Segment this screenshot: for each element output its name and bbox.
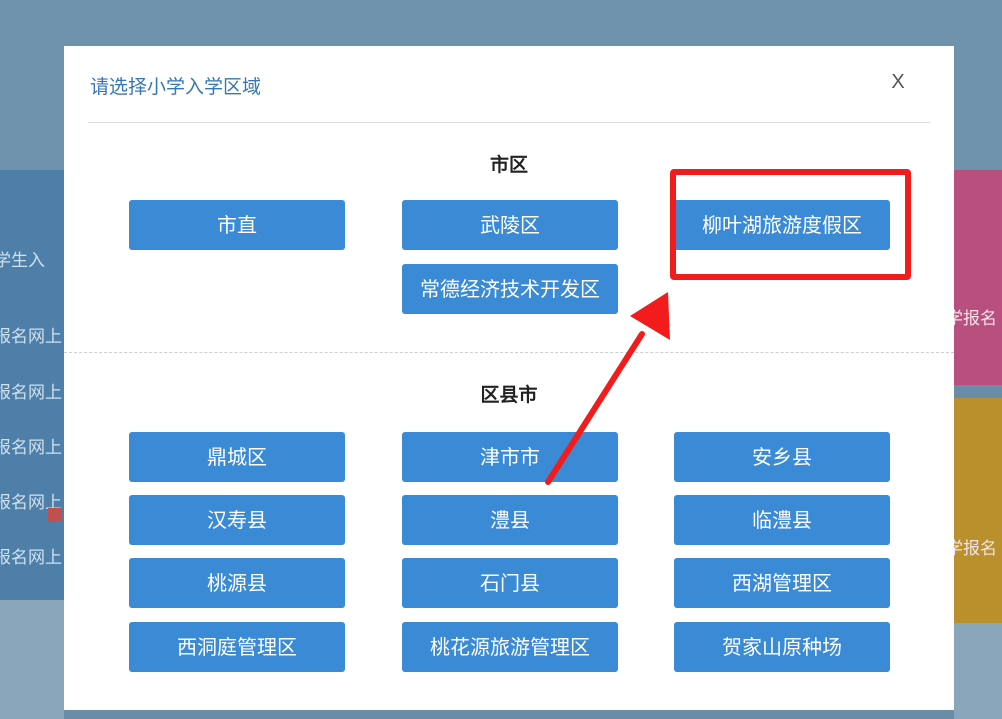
- red-arrow: [545, 292, 670, 485]
